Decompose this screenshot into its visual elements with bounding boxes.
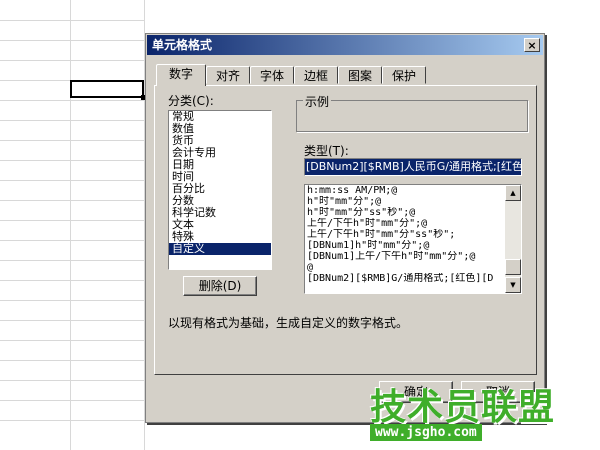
dialog-title: 单元格格式 bbox=[152, 38, 213, 52]
grid-row-line bbox=[0, 180, 145, 181]
tab-number[interactable]: 数字 bbox=[156, 64, 206, 86]
tab-alignment[interactable]: 对齐 bbox=[206, 66, 250, 84]
delete-button[interactable]: 删除(D) bbox=[183, 276, 257, 296]
type-input[interactable]: [DBNum2][$RMB]人民币G/通用格式;[红色] bbox=[304, 158, 522, 176]
scroll-down-arrow-icon[interactable]: ▼ bbox=[505, 277, 521, 293]
format-item[interactable]: h"时"mm"分";@ bbox=[305, 196, 505, 207]
grid-row-line bbox=[0, 120, 145, 121]
grid-row-line bbox=[0, 40, 145, 41]
tab-protection[interactable]: 保护 bbox=[382, 66, 426, 84]
grid-row-line bbox=[0, 280, 145, 281]
site-watermark: 技术员联盟 www.jsgho.com bbox=[370, 378, 570, 448]
grid-row-line bbox=[0, 240, 145, 241]
description-text: 以现有格式为基础，生成自定义的数字格式。 bbox=[168, 316, 409, 330]
scroll-up-arrow-icon[interactable]: ▲ bbox=[505, 185, 521, 201]
tab-border[interactable]: 边框 bbox=[294, 66, 338, 84]
watermark-logo-text: 技术员联盟 bbox=[370, 387, 556, 428]
grid-row-line bbox=[0, 380, 145, 381]
category-item-selected[interactable]: 自定义 bbox=[169, 243, 271, 255]
format-item[interactable]: [DBNum1]h"时"mm"分";@ bbox=[305, 240, 505, 251]
format-item[interactable]: [DBNum1]上午/下午h"时"mm"分";@ bbox=[305, 251, 505, 262]
grid-row-line bbox=[0, 200, 145, 201]
format-item[interactable]: 上午/下午h"时"mm"分";@ bbox=[305, 218, 505, 229]
format-items: h:mm:ss AM/PM;@ h"时"mm"分";@ h"时"mm"分"ss"… bbox=[305, 185, 505, 284]
grid-row-line bbox=[0, 100, 145, 101]
format-code-list[interactable]: h:mm:ss AM/PM;@ h"时"mm"分";@ h"时"mm"分"ss"… bbox=[304, 184, 522, 294]
type-input-value: [DBNum2][$RMB]人民币G/通用格式;[红色] bbox=[305, 159, 521, 175]
format-cells-dialog: 单元格格式 × 数字 对齐 字体 边框 图案 保护 分类(C): 常规 数值 货… bbox=[145, 33, 545, 423]
active-cell[interactable] bbox=[70, 80, 144, 98]
format-list-scrollbar[interactable]: ▲ ▼ bbox=[505, 185, 521, 293]
watermark-url: www.jsgho.com bbox=[370, 424, 482, 441]
grid-row-line bbox=[0, 220, 145, 221]
grid-row-line bbox=[0, 400, 145, 401]
type-label: 类型(T): bbox=[304, 144, 349, 158]
sample-label: 示例 bbox=[303, 93, 332, 110]
grid-row-line bbox=[0, 20, 145, 21]
category-listbox[interactable]: 常规 数值 货币 会计专用 日期 时间 百分比 分数 科学记数 文本 特殊 自定… bbox=[168, 110, 272, 270]
grid-row-line bbox=[0, 340, 145, 341]
format-item[interactable]: 上午/下午h"时"mm"分"ss"秒"; bbox=[305, 229, 505, 240]
grid-row-line bbox=[0, 420, 145, 421]
format-item[interactable]: h"时"mm"分"ss"秒";@ bbox=[305, 207, 505, 218]
dialog-titlebar[interactable]: 单元格格式 × bbox=[147, 35, 543, 55]
grid-column-line bbox=[70, 0, 71, 450]
category-label: 分类(C): bbox=[168, 94, 214, 108]
tab-pattern[interactable]: 图案 bbox=[338, 66, 382, 84]
sample-group: 示例 bbox=[296, 93, 528, 132]
format-item[interactable]: @ bbox=[305, 262, 505, 273]
grid-row-line bbox=[0, 300, 145, 301]
grid-row-line bbox=[0, 320, 145, 321]
grid-row-line bbox=[0, 60, 145, 61]
close-button[interactable]: × bbox=[524, 38, 540, 52]
grid-row-line bbox=[0, 160, 145, 161]
grid-row-line bbox=[0, 260, 145, 261]
format-item[interactable]: h:mm:ss AM/PM;@ bbox=[305, 185, 505, 196]
grid-row-line bbox=[0, 140, 145, 141]
grid-row-line bbox=[0, 360, 145, 361]
format-item[interactable]: [DBNum2][$RMB]G/通用格式;[红色][D bbox=[305, 273, 505, 284]
scroll-thumb[interactable] bbox=[505, 259, 521, 275]
tab-font[interactable]: 字体 bbox=[250, 66, 294, 84]
